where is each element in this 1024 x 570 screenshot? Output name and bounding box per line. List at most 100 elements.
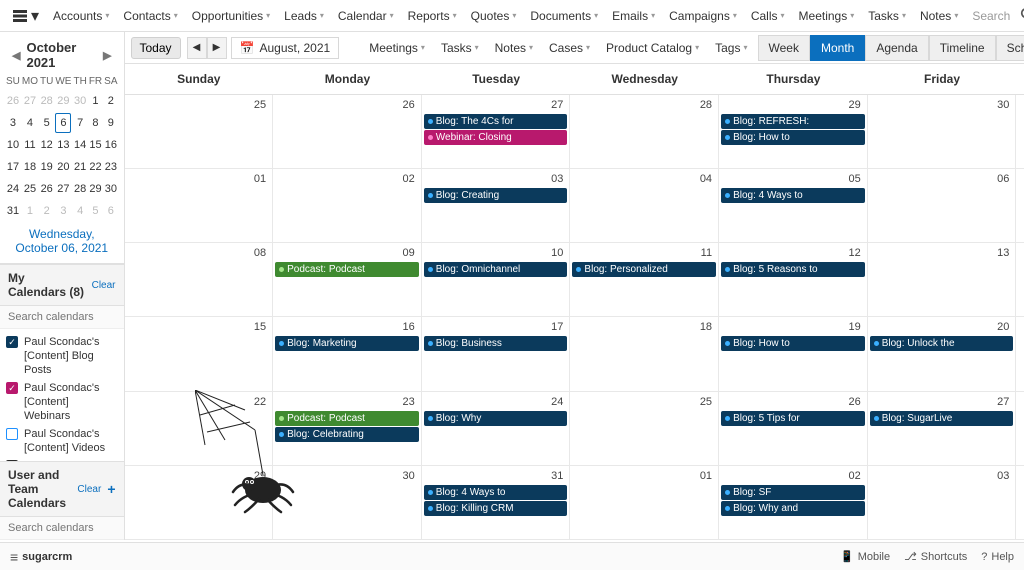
- mini-cal-day[interactable]: 18: [22, 157, 38, 177]
- calendar-event[interactable]: Blog: SF: [721, 485, 865, 500]
- calendar-event[interactable]: Blog: How to: [721, 336, 865, 351]
- mini-cal-day[interactable]: 8: [89, 113, 102, 133]
- cal-cell[interactable]: 23Podcast: PodcastBlog: Celebrating: [273, 392, 422, 465]
- cal-cell[interactable]: 02Blog: SFBlog: Why and: [719, 466, 868, 539]
- shortcuts-link[interactable]: ⎇Shortcuts: [904, 550, 967, 563]
- app-logo[interactable]: ▾: [6, 6, 45, 26]
- calendar-item[interactable]: Paul Scondac's [Content] Blog Posts: [6, 333, 118, 379]
- mini-cal-day[interactable]: 13: [55, 135, 71, 155]
- mini-cal-day[interactable]: 3: [55, 201, 71, 221]
- mini-cal-day[interactable]: 3: [6, 113, 20, 133]
- mini-cal-day[interactable]: 6: [55, 113, 71, 133]
- cal-cell[interactable]: 15: [125, 317, 274, 390]
- cal-cell[interactable]: 28: [570, 95, 719, 168]
- mini-cal-day[interactable]: 19: [40, 157, 53, 177]
- mini-cal-day[interactable]: 6: [104, 201, 117, 221]
- cal-cell[interactable]: 14: [1016, 243, 1024, 316]
- mini-cal-day[interactable]: 20: [55, 157, 71, 177]
- cal-cell[interactable]: 03Blog: Creating: [422, 169, 571, 242]
- mini-cal-day[interactable]: 29: [55, 91, 71, 111]
- calendar-event[interactable]: Blog: 5 Reasons to: [721, 262, 865, 277]
- cal-cell[interactable]: 12Blog: 5 Reasons to: [719, 243, 868, 316]
- cal-cell[interactable]: 07: [1016, 169, 1024, 242]
- mini-cal-day[interactable]: 4: [73, 201, 86, 221]
- calendar-event[interactable]: Blog: SugarLive: [870, 411, 1014, 426]
- cal-cell[interactable]: 17Blog: Business: [422, 317, 571, 390]
- mini-cal-day[interactable]: 11: [22, 135, 38, 155]
- cal-cell[interactable]: 09Podcast: Podcast: [273, 243, 422, 316]
- nav-campaigns[interactable]: Campaigns▾: [663, 9, 743, 23]
- cal-cell[interactable]: 22: [125, 392, 274, 465]
- cal-cell[interactable]: 04: [1016, 466, 1024, 539]
- mini-cal-day[interactable]: 30: [73, 91, 86, 111]
- calendar-event[interactable]: Blog: Creating: [424, 188, 568, 203]
- calendar-event[interactable]: Podcast: Podcast: [275, 411, 419, 426]
- calendar-item[interactable]: Paul Scondac's [Content] Videos: [6, 425, 118, 457]
- next-month-icon[interactable]: ▶: [97, 49, 117, 62]
- subnav-cases[interactable]: Cases▾: [541, 41, 598, 55]
- view-tab-month[interactable]: Month: [810, 35, 865, 61]
- cal-cell[interactable]: 05Blog: 4 Ways to: [719, 169, 868, 242]
- nav-notes[interactable]: Notes▾: [914, 9, 964, 23]
- subnav-meetings[interactable]: Meetings▾: [361, 41, 433, 55]
- cal-cell[interactable]: 21: [1016, 317, 1024, 390]
- cal-cell[interactable]: 28: [1016, 392, 1024, 465]
- nav-emails[interactable]: Emails▾: [606, 9, 661, 23]
- subnav-product-catalog[interactable]: Product Catalog▾: [598, 41, 707, 55]
- today-date-label[interactable]: Wednesday, October 06, 2021: [6, 221, 118, 259]
- mini-cal-day[interactable]: 26: [6, 91, 20, 111]
- calendar-event[interactable]: Blog: 4 Ways to: [721, 188, 865, 203]
- mini-cal-day[interactable]: 30: [104, 179, 117, 199]
- nav-accounts[interactable]: Accounts▾: [47, 9, 115, 23]
- prev-month-icon[interactable]: ◀: [6, 49, 26, 62]
- calendar-event[interactable]: Webinar: Closing: [424, 130, 568, 145]
- cal-cell[interactable]: 01: [570, 466, 719, 539]
- cal-cell[interactable]: 18: [570, 317, 719, 390]
- calendar-event[interactable]: Blog: How to: [721, 130, 865, 145]
- cal-cell[interactable]: 24Blog: Why: [422, 392, 571, 465]
- view-tab-week[interactable]: Week: [758, 35, 810, 61]
- nav-meetings[interactable]: Meetings▾: [793, 9, 861, 23]
- mini-cal-day[interactable]: 21: [73, 157, 86, 177]
- cal-cell[interactable]: 31Blog: 4 Ways toBlog: Killing CRM: [422, 466, 571, 539]
- calendar-event[interactable]: Blog: Why and: [721, 501, 865, 516]
- subnav-tasks[interactable]: Tasks▾: [433, 41, 487, 55]
- cal-cell[interactable]: 06: [868, 169, 1017, 242]
- help-link[interactable]: ?Help: [981, 551, 1014, 563]
- search-my-calendars[interactable]: [0, 306, 124, 329]
- prev-period-button[interactable]: ◀: [187, 37, 207, 59]
- calendar-event[interactable]: Podcast: Podcast: [275, 262, 419, 277]
- cal-cell[interactable]: 25: [570, 392, 719, 465]
- calendar-event[interactable]: Blog: Business: [424, 336, 568, 351]
- view-tab-timeline[interactable]: Timeline: [929, 35, 996, 61]
- cal-cell[interactable]: 27Blog: SugarLive: [868, 392, 1017, 465]
- mini-cal-day[interactable]: 27: [55, 179, 71, 199]
- clear-my-calendars[interactable]: Clear: [92, 280, 116, 291]
- mini-cal-day[interactable]: 28: [40, 91, 53, 111]
- mini-cal-day[interactable]: 5: [40, 113, 53, 133]
- next-period-button[interactable]: ▶: [207, 37, 227, 59]
- calendar-event[interactable]: Blog: Celebrating: [275, 427, 419, 442]
- mini-cal-day[interactable]: 14: [73, 135, 86, 155]
- mobile-link[interactable]: 📱Mobile: [840, 550, 890, 563]
- add-team-calendar-icon[interactable]: +: [107, 481, 115, 497]
- mini-cal-day[interactable]: 15: [89, 135, 102, 155]
- calendar-event[interactable]: Blog: Unlock the: [870, 336, 1014, 351]
- cal-cell[interactable]: 02: [273, 169, 422, 242]
- cal-cell[interactable]: 03: [868, 466, 1017, 539]
- subnav-notes[interactable]: Notes▾: [487, 41, 541, 55]
- search-icon[interactable]: [1020, 7, 1024, 24]
- mini-cal-day[interactable]: 4: [22, 113, 38, 133]
- mini-cal-day[interactable]: 9: [104, 113, 117, 133]
- mini-cal-day[interactable]: 27: [22, 91, 38, 111]
- nav-calendar[interactable]: Calendar▾: [332, 9, 400, 23]
- calendar-event[interactable]: Blog: 5 Tips for: [721, 411, 865, 426]
- mini-cal-day[interactable]: 29: [89, 179, 102, 199]
- mini-cal-day[interactable]: 2: [40, 201, 53, 221]
- cal-cell[interactable]: 01: [125, 169, 274, 242]
- mini-cal-day[interactable]: 12: [40, 135, 53, 155]
- cal-cell[interactable]: 31: [1016, 95, 1024, 168]
- mini-cal-day[interactable]: 26: [40, 179, 53, 199]
- cal-cell[interactable]: 11Blog: Personalized: [570, 243, 719, 316]
- cal-cell[interactable]: 08: [125, 243, 274, 316]
